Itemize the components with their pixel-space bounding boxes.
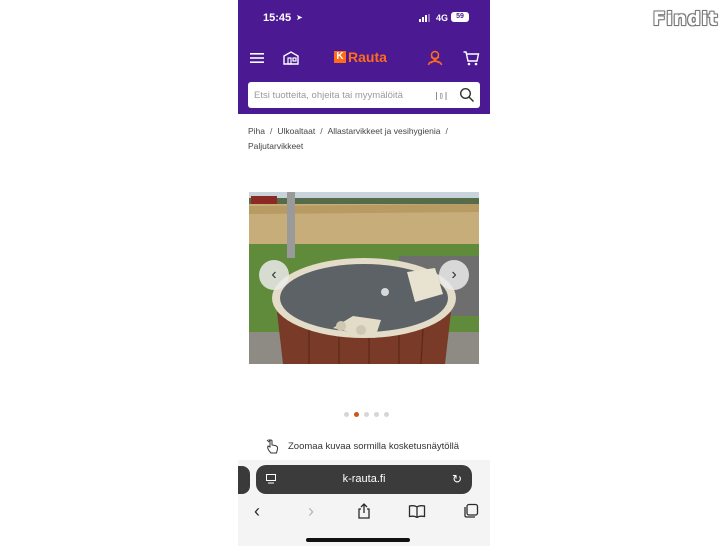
signal-strength-icon [419, 14, 430, 22]
forward-button[interactable]: › [300, 500, 322, 522]
book-icon [408, 505, 426, 518]
breadcrumb-link-allastarvikkeet[interactable]: Allastarvikkeet ja vesihygienia [328, 126, 441, 136]
search-icon[interactable] [459, 87, 475, 103]
bookmarks-button[interactable] [406, 500, 428, 522]
status-time: 15:45 [263, 12, 292, 24]
barcode-scan-icon[interactable]: |▯| [434, 91, 448, 100]
breadcrumb: Piha / Ulkoaltaat / Allastarvikkeet ja vesih… [248, 126, 448, 151]
search-bar: |▯| [238, 76, 490, 114]
reload-icon[interactable]: ↻ [452, 472, 462, 486]
brand-mark: K [334, 51, 346, 63]
gallery-dot[interactable] [374, 412, 379, 417]
breadcrumb-link-ulkoaltaat[interactable]: Ulkoaltaat [277, 126, 315, 136]
share-icon [358, 503, 370, 519]
tabs-icon [464, 503, 479, 518]
menu-icon[interactable] [248, 49, 266, 67]
gallery-prev-button[interactable]: ‹ [259, 260, 289, 290]
gallery-dot[interactable] [344, 412, 349, 417]
previous-tab-preview[interactable] [238, 466, 250, 494]
tabs-button[interactable] [460, 500, 482, 522]
shopping-cart-icon[interactable] [462, 49, 480, 67]
battery-icon: 59 [451, 12, 469, 22]
browser-chrome: k-rauta.fi ↻ ‹ › [238, 460, 490, 546]
breadcrumb-link-piha[interactable]: Piha [248, 126, 265, 136]
zoom-hint-text: Zoomaa kuvaa sormilla kosketusnäytöllä [288, 440, 460, 452]
gallery-dot[interactable] [364, 412, 369, 417]
home-indicator [306, 538, 410, 542]
store-icon[interactable] [282, 49, 300, 67]
network-type: 4G [436, 13, 449, 23]
k-rauta-logo[interactable]: K Rauta [334, 49, 387, 65]
location-arrow-icon: ➤ [296, 13, 303, 22]
gallery-dot[interactable] [354, 412, 359, 417]
address-bar[interactable]: k-rauta.fi ↻ [256, 465, 472, 494]
status-bar: 15:45 ➤ 4G 59 [238, 0, 490, 40]
gallery-next-button[interactable]: › [439, 260, 469, 290]
share-button[interactable] [353, 500, 375, 522]
back-button[interactable]: ‹ [246, 500, 268, 522]
zoom-hint: Zoomaa kuvaa sormilla kosketusnäytöllä [266, 438, 459, 454]
brand-name: Rauta [348, 49, 387, 65]
breadcrumb-link-paljutarvikkeet[interactable]: Paljutarvikkeet [248, 141, 303, 151]
phone-screen: 15:45 ➤ 4G 59 K Rauta Etsi tuotteita, oh… [238, 0, 490, 546]
gallery-dot[interactable] [384, 412, 389, 417]
product-image-gallery[interactable]: ‹ › [249, 192, 479, 364]
gallery-pagination-dots [344, 412, 389, 417]
address-url: k-rauta.fi [342, 473, 386, 485]
user-account-icon[interactable] [426, 49, 444, 67]
pinch-gesture-icon [266, 438, 279, 454]
findit-watermark-logo: Findit [652, 8, 718, 30]
